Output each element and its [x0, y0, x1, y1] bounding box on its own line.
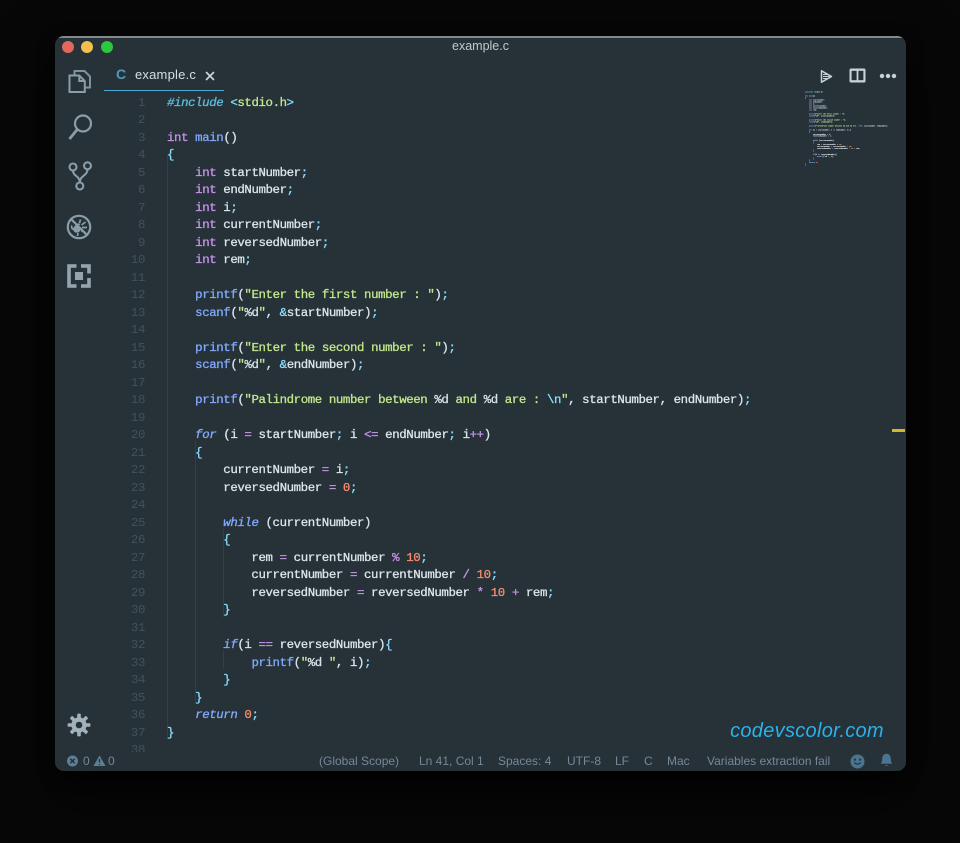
svg-text:0: 0	[83, 754, 90, 768]
svg-text:0: 0	[108, 754, 115, 768]
